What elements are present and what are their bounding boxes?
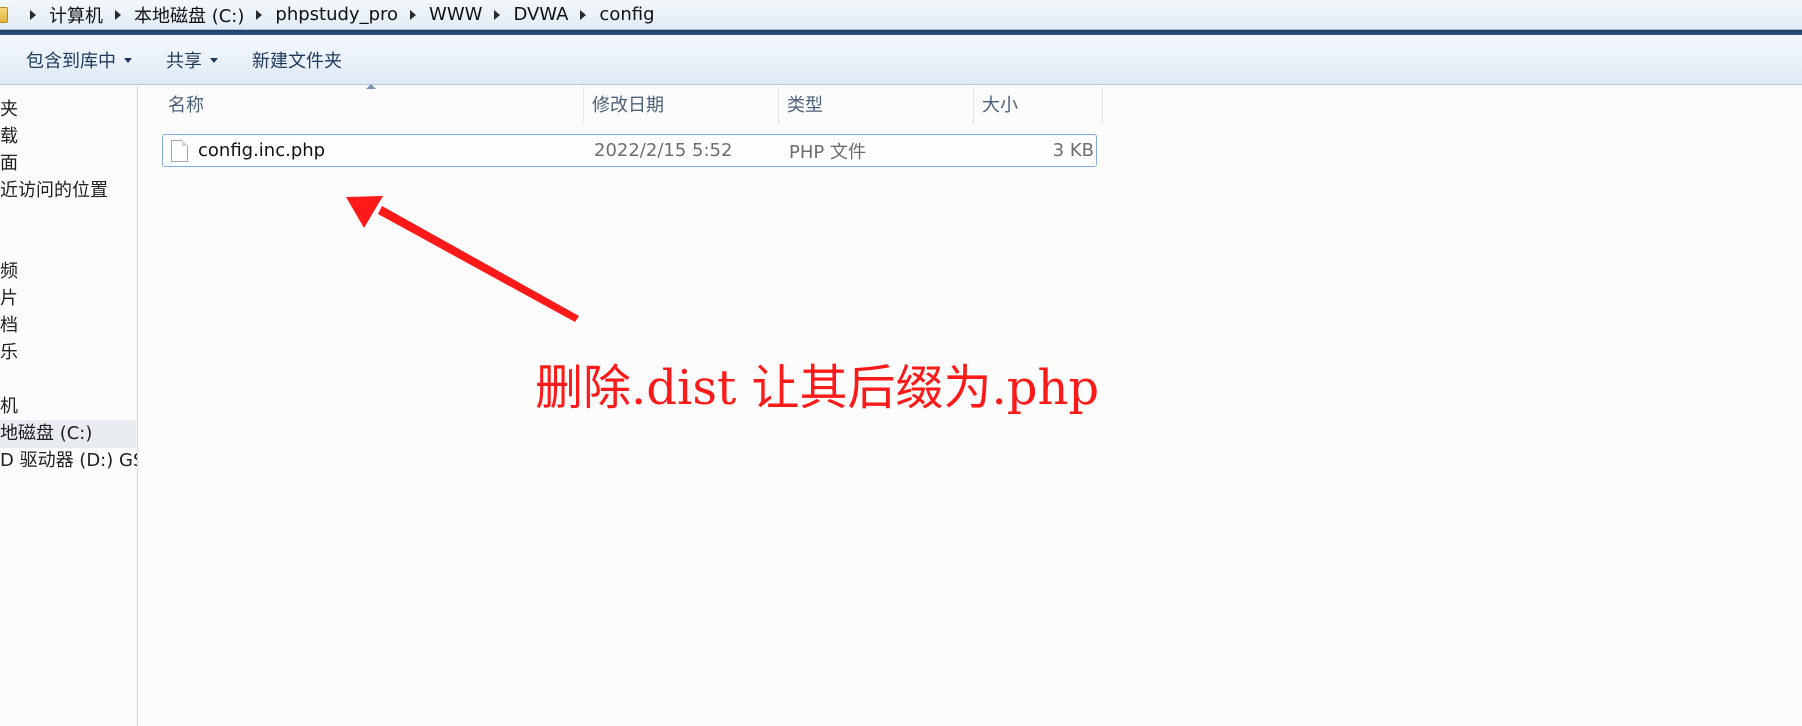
include-in-library-label: 包含到库中	[26, 50, 116, 72]
annotation-text: 删除.dist 让其后缀为.php	[535, 360, 1100, 416]
nav-item-downloads[interactable]: 载	[0, 123, 18, 151]
nav-item-folder[interactable]: 夹	[0, 96, 18, 124]
arrow-head	[346, 196, 383, 228]
file-date-modified: 2022/2/15 5:52	[594, 140, 733, 161]
include-in-library-button[interactable]: 包含到库中	[16, 42, 142, 78]
breadcrumb-computer[interactable]: 计算机	[47, 2, 105, 28]
file-row[interactable]: config.inc.php 2022/2/15 5:52 PHP 文件 3 K…	[162, 134, 1097, 167]
breadcrumb-config[interactable]: config	[597, 4, 656, 25]
breadcrumb-phpstudy[interactable]: phpstudy_pro	[273, 4, 400, 25]
nav-item-desktop[interactable]: 面	[0, 150, 18, 178]
nav-item-videos[interactable]: 频	[0, 258, 18, 286]
document-icon	[171, 139, 188, 162]
arrow-shaft	[378, 206, 579, 322]
dropdown-arrow-icon	[124, 58, 132, 63]
nav-item-pictures[interactable]: 片	[0, 285, 18, 313]
chevron-right-icon[interactable]	[410, 9, 417, 20]
chevron-right-icon[interactable]	[30, 9, 36, 20]
nav-item-local-disk-c[interactable]: 地磁盘 (C:)	[0, 420, 136, 448]
share-button[interactable]: 共享	[156, 42, 228, 78]
breadcrumb-local-disk[interactable]: 本地磁盘 (C:)	[132, 2, 246, 28]
file-size: 3 KB	[1052, 140, 1094, 161]
chevron-right-icon[interactable]	[115, 9, 121, 20]
column-header-row: 名称 修改日期 类型 大小	[160, 86, 1103, 124]
chevron-right-icon[interactable]	[580, 9, 587, 20]
address-bar[interactable]: 计算机 本地磁盘 (C:) phpstudy_pro WWW DVWA conf…	[0, 0, 1802, 30]
file-type: PHP 文件	[789, 141, 866, 163]
share-label: 共享	[166, 50, 202, 72]
column-header-type[interactable]: 类型	[779, 86, 974, 124]
command-bar: 包含到库中 共享 新建文件夹	[0, 35, 1802, 85]
column-header-size[interactable]: 大小	[974, 86, 1103, 124]
folder-icon	[0, 6, 8, 23]
column-header-date-modified[interactable]: 修改日期	[584, 86, 779, 124]
nav-item-recent-places[interactable]: 近访问的位置	[0, 177, 108, 205]
new-folder-button[interactable]: 新建文件夹	[242, 42, 352, 78]
file-name: config.inc.php	[198, 140, 326, 161]
breadcrumb-dvwa[interactable]: DVWA	[511, 4, 570, 25]
column-header-name[interactable]: 名称	[160, 86, 584, 124]
dropdown-arrow-icon	[210, 58, 218, 63]
nav-item-dvd-drive-d[interactable]: D 驱动器 (D:) GSP	[0, 447, 137, 475]
breadcrumb-www[interactable]: WWW	[427, 4, 484, 25]
navigation-pane[interactable]: 夹 载 面 近访问的位置 频 片 档 乐 机 地磁盘 (C:) D 驱动器 (D…	[0, 86, 138, 726]
nav-item-documents[interactable]: 档	[0, 312, 18, 340]
nav-item-music[interactable]: 乐	[0, 339, 18, 367]
chevron-right-icon[interactable]	[494, 9, 501, 20]
new-folder-label: 新建文件夹	[252, 50, 342, 72]
nav-item-computer[interactable]: 机	[0, 393, 18, 421]
chevron-right-icon[interactable]	[256, 9, 263, 20]
